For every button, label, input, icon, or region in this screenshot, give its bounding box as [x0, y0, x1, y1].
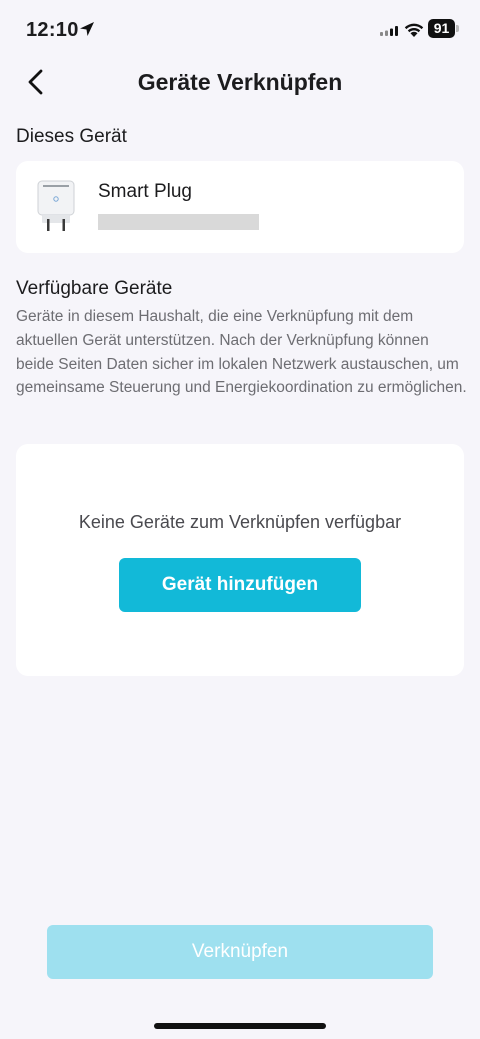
empty-devices-card: Keine Geräte zum Verknüpfen verfügbar Ge… [16, 444, 464, 676]
battery-indicator: 91 [428, 19, 455, 38]
add-device-button[interactable]: Gerät hinzufügen [119, 558, 361, 612]
link-devices-button[interactable]: Verknüpfen [47, 925, 433, 979]
device-name: Smart Plug [98, 181, 192, 202]
status-time: 12:10 [26, 19, 79, 41]
page-title: Geräte Verknüpfen [137, 69, 343, 95]
available-devices-label: Verfügbare Geräte [16, 278, 173, 299]
wifi-icon [404, 23, 424, 37]
smart-plug-image [37, 180, 75, 231]
status-bar: 12:10 91 [0, 0, 480, 60]
this-device-label: Dieses Gerät [16, 126, 127, 147]
device-card: Smart Plug [16, 161, 464, 253]
cellular-signal-icon [380, 26, 398, 36]
location-arrow-icon [80, 22, 94, 36]
empty-state-text: Keine Geräte zum Verknüpfen verfügbar [78, 512, 402, 532]
available-devices-description: Geräte in diesem Haushalt, die eine Verk… [16, 308, 467, 397]
home-indicator [154, 1023, 326, 1029]
device-info-redacted [98, 214, 259, 230]
battery-cap [456, 25, 459, 32]
